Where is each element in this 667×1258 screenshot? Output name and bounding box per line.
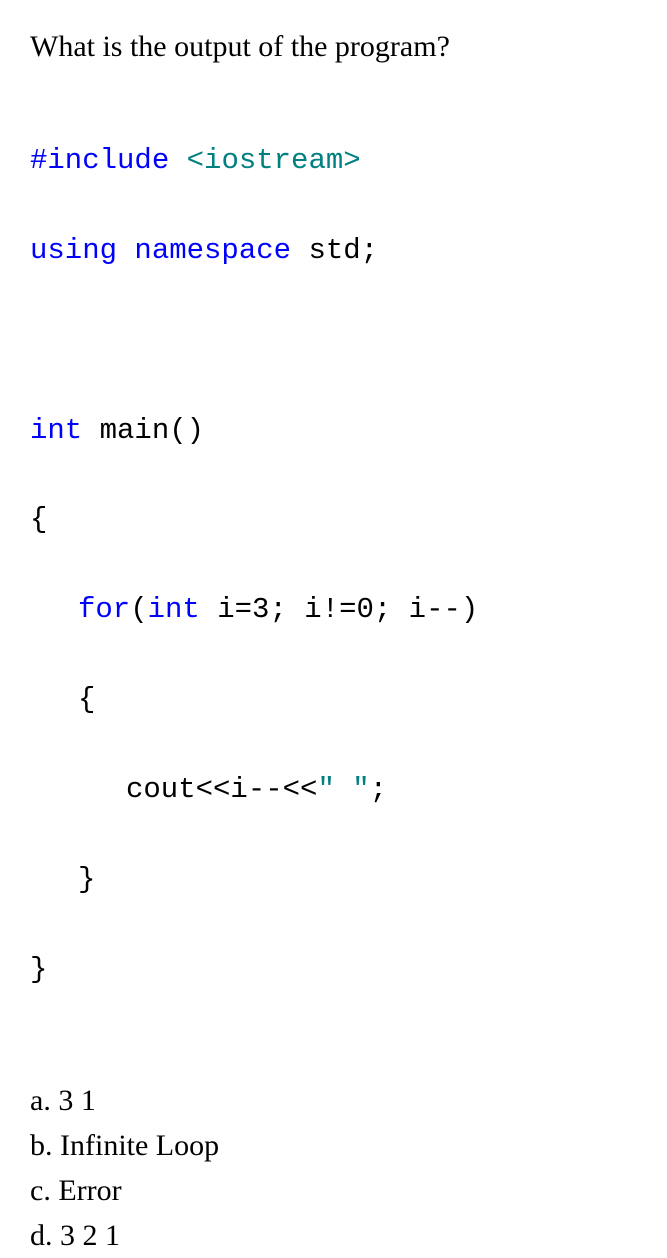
code-line-10: } <box>30 948 637 993</box>
code-blank <box>30 319 637 364</box>
code-block: #include <iostream> using namespace std;… <box>30 94 637 1038</box>
code-token: for <box>78 593 130 626</box>
code-line-2: using namespace std; <box>30 229 637 274</box>
code-token: int <box>148 593 218 626</box>
answer-text: 3 2 1 <box>60 1219 120 1252</box>
code-line-8: cout<<i--<<" "; <box>30 768 637 813</box>
answer-label: c. <box>30 1174 58 1207</box>
code-token: ( <box>130 593 147 626</box>
code-token: i=3; i!=0; i--) <box>217 593 478 626</box>
code-token: ; <box>370 773 387 806</box>
question-text: What is the output of the program? <box>30 30 637 64</box>
code-token: main() <box>100 414 204 447</box>
code-line-5: { <box>30 498 637 543</box>
code-token: using <box>30 234 134 267</box>
code-token: <iostream> <box>187 144 361 177</box>
code-line-4: int main() <box>30 409 637 454</box>
answer-option-d[interactable]: d. 3 2 1 <box>30 1213 637 1258</box>
code-token: cout<<i--<< <box>126 773 317 806</box>
code-token: std; <box>308 234 378 267</box>
code-token: int <box>30 414 100 447</box>
answer-option-a[interactable]: a. 3 1 <box>30 1078 637 1123</box>
answer-label: a. <box>30 1084 58 1117</box>
code-line-1: #include <iostream> <box>30 139 637 184</box>
code-token: #include <box>30 144 187 177</box>
answer-label: d. <box>30 1219 60 1252</box>
answer-text: 3 1 <box>58 1084 96 1117</box>
code-line-6: for(int i=3; i!=0; i--) <box>30 588 637 633</box>
answer-label: b. <box>30 1129 60 1162</box>
answer-options: a. 3 1 b. Infinite Loop c. Error d. 3 2 … <box>30 1078 637 1258</box>
answer-option-c[interactable]: c. Error <box>30 1168 637 1213</box>
answer-text: Infinite Loop <box>60 1129 219 1162</box>
code-token: namespace <box>134 234 308 267</box>
answer-option-b[interactable]: b. Infinite Loop <box>30 1123 637 1168</box>
answer-text: Error <box>58 1174 121 1207</box>
code-line-7: { <box>30 678 637 723</box>
code-token: " " <box>317 773 369 806</box>
code-line-9: } <box>30 858 637 903</box>
